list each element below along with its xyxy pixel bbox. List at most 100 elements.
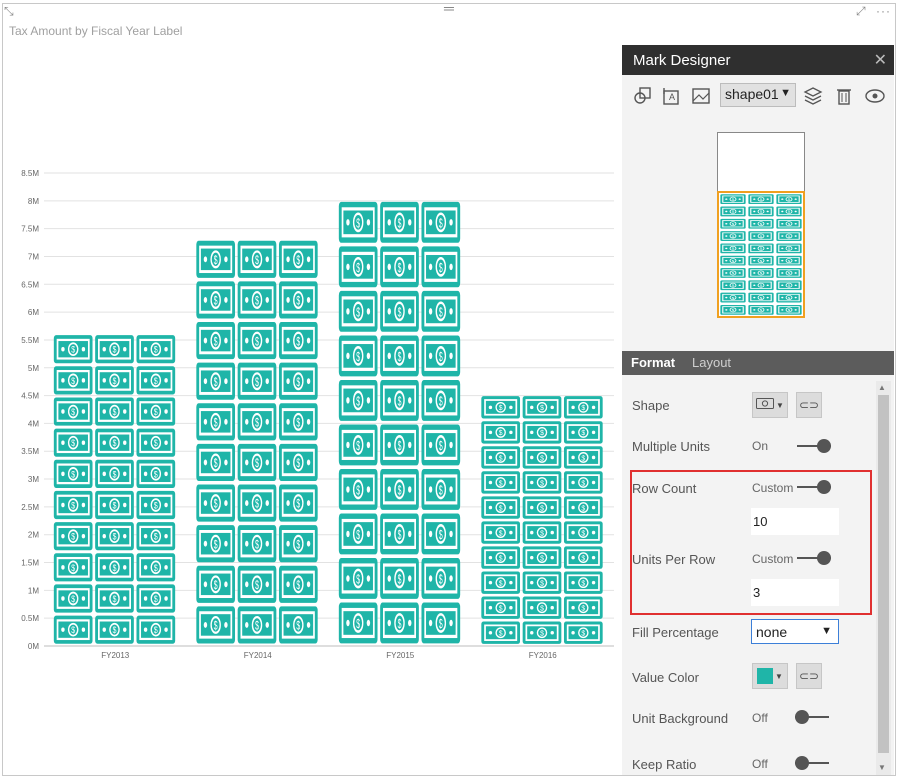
dollar-bill-icon <box>53 615 93 644</box>
dollar-bill-icon <box>136 428 176 457</box>
dollar-bill-icon <box>522 521 562 544</box>
dollar-bill-icon <box>776 206 802 217</box>
dollar-bill-icon <box>380 558 419 599</box>
dollar-bill-icon <box>481 571 521 594</box>
add-shape-icon[interactable] <box>632 85 654 107</box>
dollar-bill-icon <box>338 335 378 377</box>
shape-selector[interactable]: shape01 ▼ <box>720 83 796 107</box>
dollar-bill-icon <box>338 424 378 466</box>
x-tick-label: FY2015 <box>386 651 415 660</box>
multiple-units-label: Multiple Units <box>632 439 711 454</box>
bar-fy2013[interactable] <box>53 335 176 644</box>
dollar-bill-icon <box>421 379 461 421</box>
shape-selector-value: shape01 <box>725 86 779 102</box>
dollar-bill-icon <box>136 335 176 364</box>
eye-icon[interactable] <box>864 85 886 107</box>
scroll-up-icon[interactable]: ▲ <box>878 383 886 392</box>
close-icon[interactable]: ✕ <box>874 50 887 70</box>
delete-icon[interactable] <box>833 85 855 107</box>
dollar-bill-icon <box>196 403 236 441</box>
properties-scrollbar[interactable]: ▲ ▼ <box>876 381 891 775</box>
dollar-bill-icon <box>237 240 277 278</box>
unit-background-toggle[interactable] <box>795 710 831 724</box>
y-tick-label: 8M <box>28 197 39 206</box>
dollar-bill-icon <box>196 362 236 400</box>
dollar-bill-icon <box>278 565 318 603</box>
mark-preview-units <box>720 194 802 315</box>
dollar-bill-icon <box>237 525 277 563</box>
dollar-bill-icon <box>380 335 419 377</box>
bar-fy2015[interactable] <box>338 201 461 644</box>
keep-ratio-toggle[interactable] <box>795 756 831 770</box>
dollar-bill-icon <box>748 194 774 205</box>
dollar-bill-icon <box>278 362 318 400</box>
dollar-bill-icon <box>380 246 419 288</box>
row-count-label: Row Count <box>632 481 697 496</box>
dollar-bill-icon <box>522 496 562 519</box>
value-color-picker[interactable]: ▼ <box>752 663 788 689</box>
focus-mode-icon[interactable]: ⤢ <box>856 4 866 19</box>
dollar-bill-icon <box>720 218 746 229</box>
y-tick-label: 8.5M <box>21 169 39 178</box>
dollar-bill-icon <box>338 290 378 332</box>
bar-fy2016[interactable] <box>481 396 603 644</box>
scroll-down-icon[interactable]: ▼ <box>878 763 886 772</box>
dollar-bill-icon <box>95 397 134 426</box>
fill-percentage-label: Fill Percentage <box>632 625 719 640</box>
dollar-bill-icon <box>421 469 461 510</box>
row-count-toggle[interactable] <box>797 480 833 494</box>
dollar-bill-icon <box>522 571 562 594</box>
dollar-bill-icon <box>278 321 318 360</box>
dollar-bill-icon <box>563 496 603 519</box>
y-tick-label: 3M <box>28 475 39 484</box>
y-tick-label: 5M <box>28 364 39 373</box>
dollar-bill-icon <box>237 565 277 603</box>
dollar-bill-icon <box>522 471 562 494</box>
dollar-bill-icon <box>563 446 603 469</box>
tab-layout[interactable]: Layout <box>692 355 731 370</box>
more-options-icon[interactable]: ··· <box>876 4 891 18</box>
y-tick-label: 6M <box>28 308 39 317</box>
dollar-bill-icon <box>421 558 461 599</box>
dollar-bill-icon <box>421 513 461 555</box>
dollar-bill-icon <box>196 281 236 319</box>
shape-link-button[interactable]: ⊂⊃ <box>796 392 822 418</box>
dollar-bill-icon <box>53 584 93 613</box>
units-per-row-toggle[interactable] <box>797 551 833 565</box>
dollar-bill-icon <box>338 602 378 644</box>
dollar-bill-icon <box>481 521 521 544</box>
dollar-bill-icon <box>95 366 134 395</box>
units-per-row-input[interactable]: 3 <box>751 579 839 606</box>
value-color-link-button[interactable]: ⊂⊃ <box>796 663 822 689</box>
shape-picker-button[interactable]: ▼ <box>752 392 788 418</box>
dollar-bill-icon <box>136 584 176 613</box>
dollar-bill-icon <box>380 469 419 510</box>
unit-background-state: Off <box>752 711 768 725</box>
scrollbar-thumb[interactable] <box>878 395 889 753</box>
dollar-bill-icon <box>720 304 746 315</box>
dollar-bill-icon <box>776 280 802 291</box>
mark-preview-fill[interactable] <box>717 191 805 318</box>
dollar-bill-icon <box>380 602 419 644</box>
mark-designer-title: Mark Designer <box>633 52 731 69</box>
dollar-bill-icon <box>563 596 603 619</box>
dollar-bill-icon <box>237 606 277 644</box>
dollar-bill-icon <box>776 255 802 266</box>
layers-icon[interactable] <box>802 85 824 107</box>
dollar-bill-icon <box>196 321 236 360</box>
dollar-bill-icon <box>748 268 774 278</box>
multiple-units-toggle[interactable] <box>797 439 833 453</box>
chart-plot: $ 0M0.5M1M1.5M2M2.5M3M3.5M4M4.5M5M5.5M6M… <box>21 169 614 660</box>
bar-fy2014[interactable] <box>196 240 318 644</box>
tab-format[interactable]: Format <box>631 355 675 370</box>
add-text-icon[interactable]: A <box>660 85 682 107</box>
dollar-bill-icon <box>481 596 521 619</box>
add-image-icon[interactable] <box>690 85 712 107</box>
row-count-input[interactable]: 10 <box>751 508 839 535</box>
dollar-bill-icon <box>720 292 746 303</box>
dollar-bill-icon <box>776 304 802 315</box>
dollar-bill-icon <box>278 525 318 563</box>
dollar-bill-icon <box>748 243 774 254</box>
fill-percentage-select[interactable]: none ▼ <box>751 619 839 644</box>
y-tick-label: 2M <box>28 531 39 540</box>
